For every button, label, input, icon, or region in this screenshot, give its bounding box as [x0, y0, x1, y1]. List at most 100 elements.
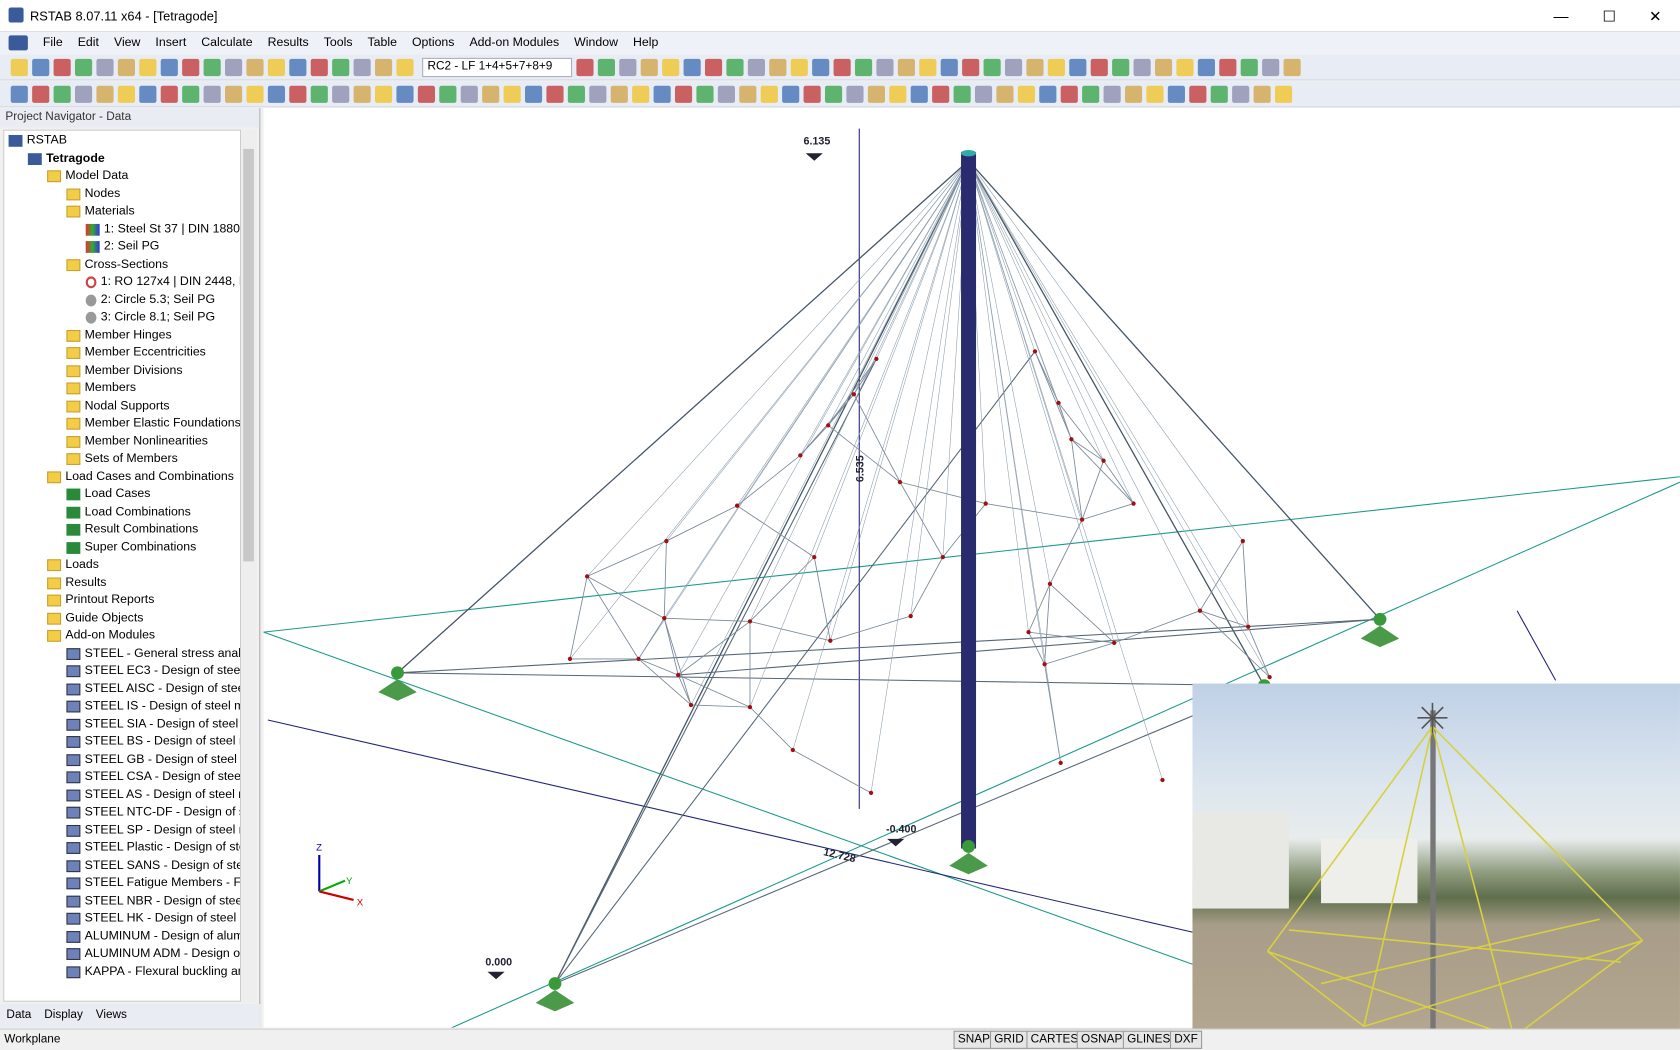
tree-item[interactable]: Member Eccentricities: [66, 344, 206, 362]
tree-item[interactable]: STEEL HK - Design of steel m: [66, 910, 240, 928]
tree-item[interactable]: STEEL - General stress analysi: [66, 644, 240, 662]
document-icon[interactable]: [8, 35, 28, 51]
toolbar-button-icon[interactable]: [760, 85, 778, 103]
toolbar-button-icon[interactable]: [10, 85, 28, 103]
glines-toggle[interactable]: GLINES: [1122, 1030, 1175, 1049]
toolbar-button-icon[interactable]: [439, 85, 457, 103]
menu-table[interactable]: Table: [368, 36, 397, 49]
tree-item[interactable]: STEEL AISC - Design of steel m: [66, 680, 240, 698]
tree-item[interactable]: Loads: [47, 556, 99, 574]
toolbar-button-icon[interactable]: [1133, 58, 1151, 76]
menu-results[interactable]: Results: [268, 36, 309, 49]
toolbar-button-icon[interactable]: [962, 58, 980, 76]
toolbar-button-icon[interactable]: [1060, 85, 1078, 103]
toolbar-button-icon[interactable]: [396, 58, 414, 76]
tree-item[interactable]: RSTAB: [8, 132, 67, 150]
tree-item[interactable]: Member Divisions: [66, 362, 183, 380]
toolbar-button-icon[interactable]: [576, 58, 594, 76]
toolbar-button-icon[interactable]: [953, 85, 971, 103]
toolbar-button-icon[interactable]: [160, 58, 178, 76]
toolbar-button-icon[interactable]: [739, 85, 757, 103]
toolbar-button-icon[interactable]: [1210, 85, 1228, 103]
toolbar-button-icon[interactable]: [1274, 85, 1293, 103]
toolbar-button-icon[interactable]: [1253, 85, 1271, 103]
tree-item[interactable]: 1: RO 127x4 | DIN 2448, DI: [85, 273, 240, 291]
toolbar-button-icon[interactable]: [1017, 85, 1035, 103]
toolbar-button-icon[interactable]: [417, 85, 435, 103]
toolbar-button-icon[interactable]: [597, 58, 615, 76]
navigator-scrollbar[interactable]: [241, 129, 257, 1002]
osnap-toggle[interactable]: OSNAP: [1076, 1030, 1127, 1049]
tree-item[interactable]: STEEL SANS - Design of steel: [66, 857, 240, 875]
tree-item[interactable]: Member Nonlinearities: [66, 432, 208, 450]
toolbar-button-icon[interactable]: [246, 58, 264, 76]
tree-item[interactable]: STEEL SIA - Design of steel m: [66, 715, 240, 733]
toolbar-button-icon[interactable]: [267, 58, 285, 76]
tree-item[interactable]: STEEL EC3 - Design of steel m: [66, 662, 240, 680]
toolbar-button-icon[interactable]: [867, 85, 885, 103]
toolbar-button-icon[interactable]: [610, 85, 628, 103]
menu-view[interactable]: View: [114, 36, 140, 49]
toolbar-button-icon[interactable]: [503, 85, 521, 103]
tree-item[interactable]: Guide Objects: [47, 609, 143, 627]
toolbar-button-icon[interactable]: [139, 58, 157, 76]
tree-item[interactable]: STEEL GB - Design of steel m: [66, 751, 240, 769]
tree-item[interactable]: STEEL CSA - Design of steel m: [66, 768, 240, 786]
toolbar-button-icon[interactable]: [310, 58, 328, 76]
toolbar-button-icon[interactable]: [1232, 85, 1250, 103]
toolbar-button-icon[interactable]: [910, 85, 928, 103]
toolbar-button-icon[interactable]: [32, 58, 50, 76]
toolbar-button-icon[interactable]: [1146, 85, 1164, 103]
toolbar-button-icon[interactable]: [876, 58, 894, 76]
toolbar-button-icon[interactable]: [74, 58, 93, 76]
tree-item[interactable]: STEEL IS - Design of steel me: [66, 697, 240, 715]
toolbar-button-icon[interactable]: [396, 85, 414, 103]
close-button[interactable]: ✕: [1631, 0, 1680, 32]
toolbar-button-icon[interactable]: [96, 85, 114, 103]
toolbar-button-icon[interactable]: [790, 58, 808, 76]
toolbar-button-icon[interactable]: [53, 58, 71, 76]
toolbar-button-icon[interactable]: [332, 58, 350, 76]
menu-tools[interactable]: Tools: [324, 36, 353, 49]
toolbar-button-icon[interactable]: [1154, 58, 1173, 76]
toolbar-button-icon[interactable]: [897, 58, 915, 76]
minimize-button[interactable]: —: [1536, 0, 1585, 32]
tree-item[interactable]: STEEL NTC-DF - Design of st: [66, 804, 240, 822]
toolbar-button-icon[interactable]: [1176, 58, 1194, 76]
toolbar-button-icon[interactable]: [374, 58, 393, 76]
toolbar-button-icon[interactable]: [696, 85, 714, 103]
toolbar-button-icon[interactable]: [353, 58, 371, 76]
tree-item[interactable]: Printout Reports: [47, 591, 154, 609]
tab-views[interactable]: Views: [96, 1008, 127, 1023]
tree-item[interactable]: Load Cases and Combinations: [47, 468, 234, 486]
toolbar-button-icon[interactable]: [747, 58, 765, 76]
toolbar-button-icon[interactable]: [289, 58, 307, 76]
tree-item[interactable]: 2: Circle 5.3; Seil PG: [85, 291, 215, 309]
toolbar-button-icon[interactable]: [846, 85, 864, 103]
toolbar-button-icon[interactable]: [854, 58, 873, 76]
toolbar-button-icon[interactable]: [289, 85, 307, 103]
toolbar-button-icon[interactable]: [332, 85, 350, 103]
toolbar-button-icon[interactable]: [640, 58, 658, 76]
toolbar-button-icon[interactable]: [889, 85, 907, 103]
toolbar-button-icon[interactable]: [932, 85, 950, 103]
tree-item[interactable]: Sets of Members: [66, 450, 178, 468]
tree-item[interactable]: Load Cases: [66, 485, 150, 503]
toolbar-button-icon[interactable]: [769, 58, 787, 76]
tab-display[interactable]: Display: [44, 1008, 83, 1023]
tree-item[interactable]: Materials: [66, 202, 135, 220]
tree-item[interactable]: 3: Circle 8.1; Seil PG: [85, 309, 215, 327]
tree-item[interactable]: STEEL Fatigue Members - Fat: [66, 874, 240, 892]
tree-item[interactable]: Load Combinations: [66, 503, 191, 521]
toolbar-button-icon[interactable]: [1047, 58, 1065, 76]
tree-item[interactable]: Tetragode: [27, 149, 105, 167]
toolbar-button-icon[interactable]: [353, 85, 371, 103]
snap-toggle[interactable]: SNAP: [953, 1030, 995, 1049]
toolbar-button-icon[interactable]: [160, 85, 178, 103]
toolbar-button-icon[interactable]: [482, 85, 500, 103]
toolbar-button-icon[interactable]: [1219, 58, 1237, 76]
toolbar-button-icon[interactable]: [662, 58, 680, 76]
scrollbar-thumb[interactable]: [243, 148, 254, 562]
tree-item[interactable]: Nodes: [66, 185, 120, 203]
toolbar-button-icon[interactable]: [1082, 85, 1100, 103]
